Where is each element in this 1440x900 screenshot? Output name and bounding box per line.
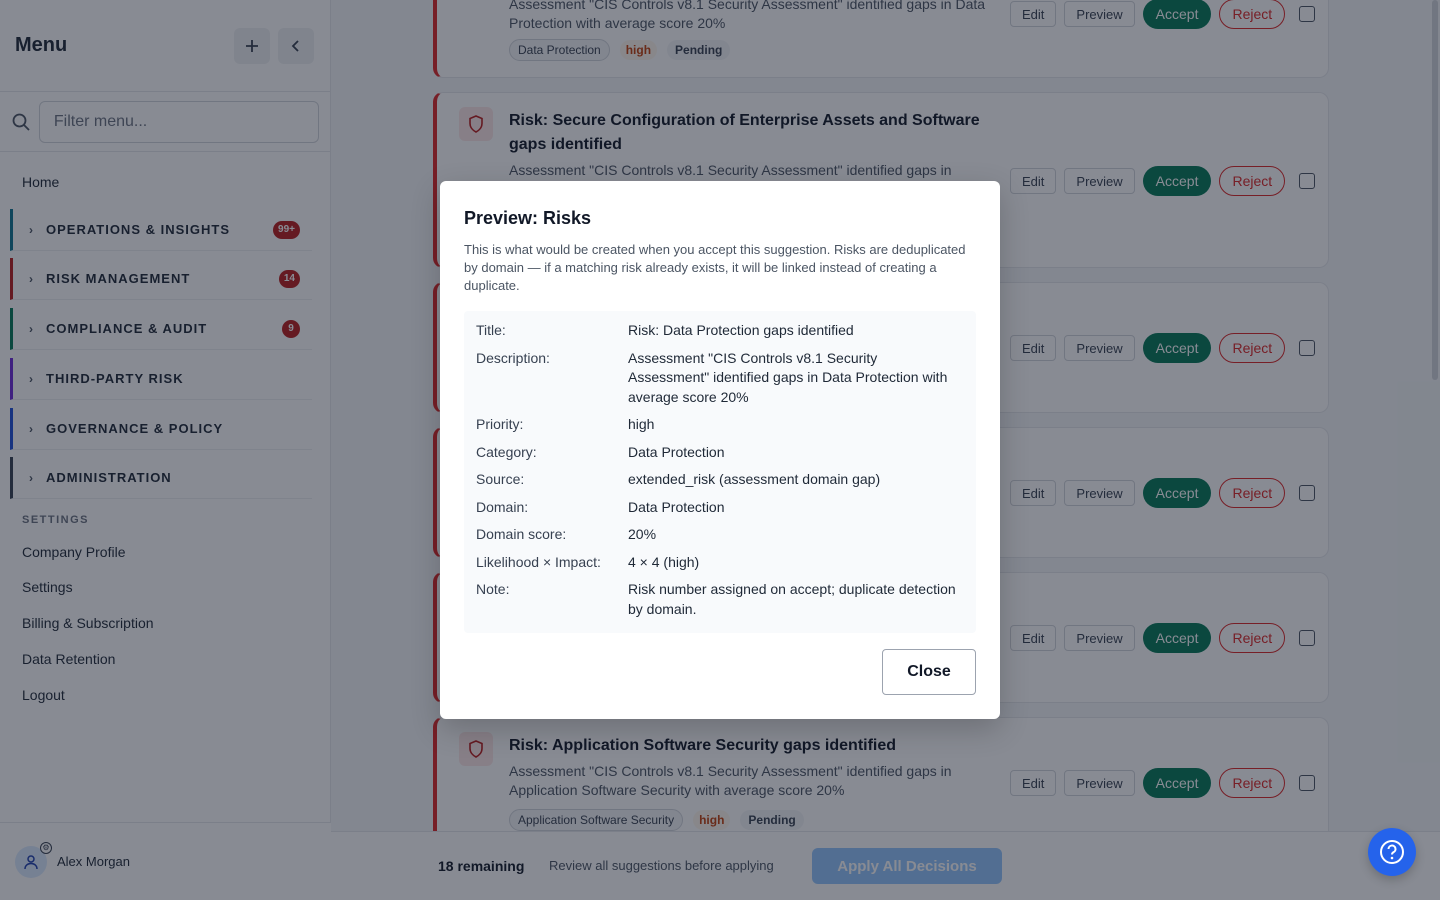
detail-value: Risk: Data Protection gaps identified [628, 322, 854, 338]
detail-row-domain: Domain: Data Protection [476, 498, 964, 518]
detail-label: Likelihood × Impact: [476, 553, 601, 570]
detail-value: Risk number assigned on accept; duplicat… [628, 581, 956, 617]
detail-row-category: Category: Data Protection [476, 443, 964, 463]
detail-value: Data Protection [628, 498, 725, 515]
modal-intro: This is what would be created when you a… [464, 242, 966, 293]
detail-label: Note: [476, 581, 510, 597]
detail-label: Source: [476, 471, 525, 487]
detail-row-note: Note: Risk number assigned on accept; dup… [476, 580, 964, 619]
detail-label: Domain: [476, 498, 529, 515]
detail-row-domain-score: Domain score: 20% [476, 525, 964, 545]
help-icon [1380, 840, 1404, 864]
detail-row-description: Description: Assessment "CIS Controls v8.… [476, 349, 964, 408]
detail-value: 4 × 4 (high) [628, 553, 700, 570]
detail-row-title: Title: Risk: Data Protection gaps identif… [476, 321, 964, 341]
detail-label: Description: [476, 349, 550, 366]
detail-label: Domain score: [476, 526, 567, 542]
detail-label: Category: [476, 443, 537, 460]
detail-row-source: Source: extended_risk (assessment domain … [476, 470, 964, 490]
preview-risks-modal: Preview: Risks This is what would be cre… [440, 181, 1000, 719]
detail-value: Assessment "CIS Controls v8.1 Security A… [628, 349, 948, 405]
detail-row-likelihood-impact: Likelihood × Impact: 4 × 4 (high) [476, 553, 964, 573]
detail-label: Priority: [476, 416, 524, 432]
detail-value: 20% [628, 526, 657, 542]
close-button[interactable]: Close [882, 649, 976, 695]
detail-row-priority: Priority: high [476, 415, 964, 435]
detail-value: extended_risk (assessment domain gap) [628, 471, 881, 487]
help-button[interactable] [1368, 828, 1416, 876]
detail-label: Title: [476, 322, 506, 338]
modal-title: Preview: Risks [464, 208, 592, 228]
risk-details: Title: Risk: Data Protection gaps identif… [464, 311, 976, 633]
detail-value: high [628, 416, 655, 432]
detail-value: Data Protection [628, 443, 725, 460]
